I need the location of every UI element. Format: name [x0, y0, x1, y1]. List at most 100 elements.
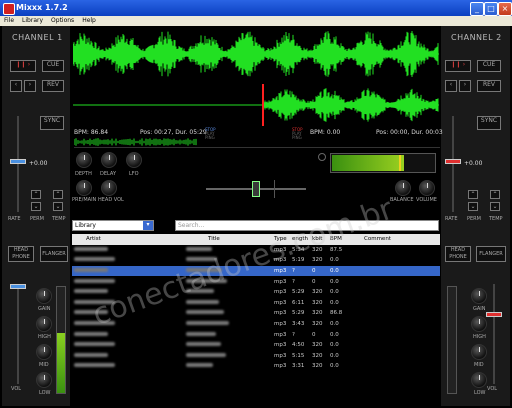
menu-library[interactable]: Library [18, 16, 47, 25]
channel1-flanger-button[interactable]: FLANGER [40, 246, 68, 262]
table-row[interactable]: mp3 3:31 320 0.0 [72, 361, 440, 372]
crossfader-handle[interactable] [252, 181, 260, 197]
table-row[interactable]: mp3 5:29 320 0.0 [72, 287, 440, 298]
channel1-rate-slider[interactable] [10, 159, 26, 164]
pre-main-knob[interactable] [76, 180, 92, 196]
channel2-high-knob[interactable] [471, 316, 487, 332]
title-redacted [186, 363, 213, 368]
channel1-high-knob[interactable] [36, 316, 52, 332]
title-cell [138, 245, 272, 256]
bpm-cell: 0.0 [330, 278, 339, 285]
channel2-title: CHANNEL 2 [451, 33, 502, 42]
col-artist[interactable]: Artist [72, 234, 138, 245]
bpm-cell: 0.0 [330, 321, 339, 328]
channel1-perm-up[interactable]: ⌃ [31, 190, 41, 199]
channel1-ping-label: PING [205, 135, 215, 140]
maximize-button[interactable]: □ [484, 2, 498, 16]
channel1-waveform[interactable] [73, 26, 439, 82]
channel2-perm-up[interactable]: ⌃ [468, 190, 478, 199]
artist-cell [72, 255, 138, 266]
title-redacted [186, 278, 227, 283]
library-selector[interactable]: Library ▾ [72, 220, 154, 231]
channel2-sync-button[interactable]: SYNC [477, 116, 501, 130]
channel2-vol-slider[interactable] [486, 312, 502, 317]
table-header: Artist Title Type ength kbit BPM Comment [72, 234, 440, 245]
channel2-temp-down[interactable]: ⌄ [490, 202, 500, 211]
table-row[interactable]: mp3 6:11 320 0.0 [72, 298, 440, 309]
channel2-waveform[interactable] [73, 84, 439, 126]
delay-knob[interactable] [101, 152, 117, 168]
channel1-position: Pos: 00:27, Dur. 05:29 [140, 129, 207, 136]
table-row[interactable]: mp3? 0 0.0 [72, 265, 440, 277]
lfo-knob[interactable] [126, 152, 142, 168]
channel1-rate-label: RATE [8, 216, 21, 222]
channel1-vu-fill [57, 333, 65, 393]
volume-knob[interactable] [419, 180, 435, 196]
minimize-button[interactable]: _ [470, 2, 484, 16]
channel1-gain-knob[interactable] [36, 288, 52, 304]
table-row[interactable]: mp3? 0 0.0 [72, 276, 440, 287]
channel2-back-button[interactable]: ‹ [445, 80, 457, 92]
channel2-rate-slider[interactable] [445, 159, 461, 164]
channel2-gain-knob[interactable] [471, 288, 487, 304]
channel2-cue-button[interactable]: CUE [477, 60, 501, 72]
bpm-cell: 0.0 [330, 331, 339, 338]
channel2-mid-knob[interactable] [471, 344, 487, 360]
table-row[interactable]: mp3 5:29 320 86.8 [72, 308, 440, 319]
table-row[interactable]: mp3 5:34 320 87.5 [72, 245, 440, 256]
table-row[interactable]: mp3 3:43 320 0.0 [72, 319, 440, 330]
channel1-mid-knob[interactable] [36, 344, 52, 360]
channel2-headphone-button[interactable]: HEAD PHONE [445, 246, 471, 262]
menu-help[interactable]: Help [78, 16, 100, 25]
channel1-cue-button[interactable]: CUE [42, 60, 64, 72]
channel1-fwd-button[interactable]: › [24, 80, 36, 92]
col-title[interactable]: Title [138, 234, 272, 245]
channel2-rev-button[interactable]: REV [477, 80, 501, 92]
channel1-temp-up[interactable]: ⌃ [53, 190, 63, 199]
channel2-temp-up[interactable]: ⌃ [490, 190, 500, 199]
col-comment[interactable]: Comment [362, 234, 440, 245]
channel1-play-button[interactable]: ❙❙ › [10, 60, 36, 72]
channel1-rev-button[interactable]: REV [42, 80, 64, 92]
table-row[interactable]: mp3 4:50 320 0.0 [72, 340, 440, 351]
channel1-sync-button[interactable]: SYNC [40, 116, 64, 130]
title-cell [138, 319, 272, 330]
title-cell [138, 361, 272, 372]
channel1-overview[interactable] [74, 138, 198, 146]
balance-knob[interactable] [395, 180, 411, 196]
comment-cell [362, 255, 440, 266]
channel1-headphone-button[interactable]: HEAD PHONE [8, 246, 34, 262]
table-row[interactable]: mp3? 0 0.0 [72, 329, 440, 340]
comment-cell [362, 329, 440, 340]
channel1-back-button[interactable]: ‹ [10, 80, 22, 92]
channel1-vol-track [17, 284, 19, 384]
library-table: Artist Title Type ength kbit BPM Comment… [72, 234, 440, 406]
channel1-overview-graphic [74, 138, 197, 146]
menu-options[interactable]: Options [47, 16, 78, 25]
kbit-cell: 0 [312, 278, 316, 285]
head-vol-knob[interactable] [101, 180, 117, 196]
close-button[interactable]: × [498, 2, 512, 16]
channel2-fwd-button[interactable]: › [459, 80, 471, 92]
search-input[interactable]: Search... [175, 220, 439, 231]
channel2-play-button[interactable]: ❙❙ › [445, 60, 471, 72]
bpm-cell: 0.0 [330, 289, 339, 296]
channel1-low-knob[interactable] [36, 372, 52, 388]
col-length[interactable]: ength [290, 234, 311, 245]
col-kbit[interactable]: kbit [310, 234, 329, 245]
table-row[interactable]: mp3 5:19 320 0.0 [72, 255, 440, 266]
channel1-temp-down[interactable]: ⌄ [53, 202, 63, 211]
channel2-perm-down[interactable]: ⌄ [468, 202, 478, 211]
depth-knob[interactable] [76, 152, 92, 168]
channel1-low-label: LOW [39, 390, 51, 396]
col-type[interactable]: Type [272, 234, 290, 245]
channel1-vol-slider[interactable] [10, 284, 26, 289]
comment-cell [362, 351, 440, 362]
menu-file[interactable]: File [0, 16, 18, 25]
table-row[interactable]: mp3 5:15 320 0.0 [72, 351, 440, 362]
channel2-low-knob[interactable] [471, 372, 487, 388]
channel1-perm-down[interactable]: ⌄ [31, 202, 41, 211]
col-bpm[interactable]: BPM [328, 234, 363, 245]
channel2-flanger-button[interactable]: FLANGER [476, 246, 506, 262]
type-cell: mp3 [274, 289, 287, 296]
